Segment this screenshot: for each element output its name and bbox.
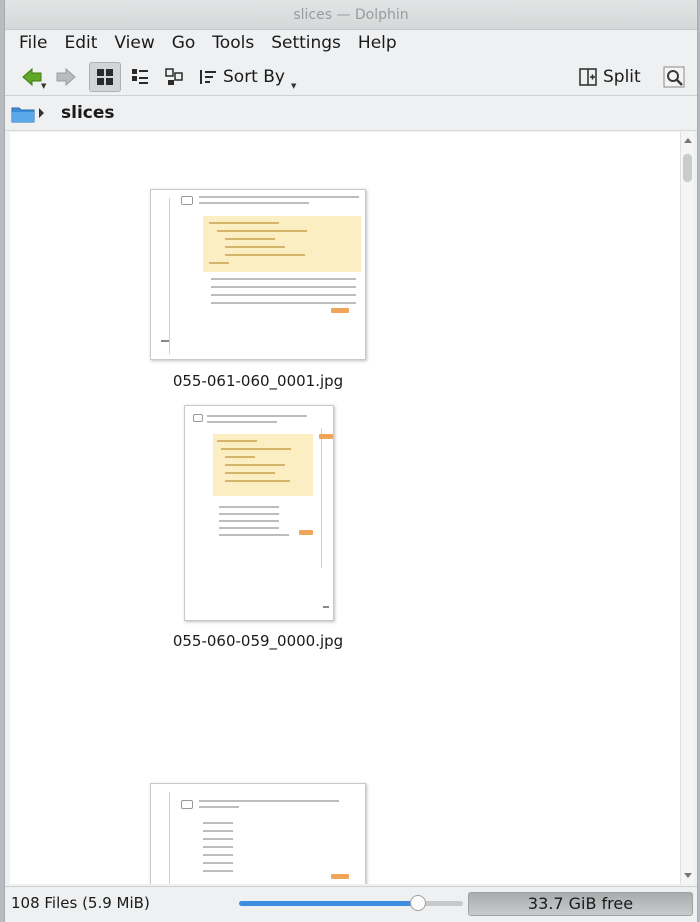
split-view-icon xyxy=(579,68,597,86)
window-title: slices — Dolphin xyxy=(293,7,409,23)
file-view[interactable]: 055-061-060_0001.jpg 055-060-059_0000.jp… xyxy=(10,132,680,884)
breadcrumb-arrow-icon[interactable] xyxy=(39,108,44,118)
folder-icon xyxy=(11,107,35,123)
status-bar: 108 Files (5.9 MiB) 33.7 GiB free xyxy=(5,886,697,920)
menu-go[interactable]: Go xyxy=(172,30,196,56)
free-space-indicator[interactable]: 33.7 GiB free xyxy=(468,892,693,916)
file-thumbnail xyxy=(150,189,366,360)
vertical-scrollbar[interactable] xyxy=(680,132,694,884)
free-space-label: 33.7 GiB free xyxy=(527,894,634,913)
scrollbar-thumb[interactable] xyxy=(683,154,692,182)
details-view-button[interactable] xyxy=(159,62,189,92)
arrow-left-icon xyxy=(22,67,42,87)
file-thumbnail xyxy=(184,405,334,621)
sort-by-label: Sort By xyxy=(223,67,285,87)
status-summary: 108 Files (5.9 MiB) xyxy=(11,894,150,912)
icons-view-button[interactable] xyxy=(89,62,121,92)
scroll-down-icon[interactable] xyxy=(684,873,692,878)
sort-by-button[interactable]: Sort By ▼ xyxy=(199,62,303,92)
dolphin-window: slices — Dolphin File Edit View Go Tools… xyxy=(4,0,698,922)
search-icon xyxy=(663,66,685,88)
menu-file[interactable]: File xyxy=(19,30,47,56)
split-button[interactable]: Split xyxy=(579,62,643,92)
forward-button[interactable] xyxy=(51,62,81,92)
location-bar[interactable]: slices xyxy=(5,97,697,131)
scroll-up-icon[interactable] xyxy=(684,138,692,143)
menu-edit[interactable]: Edit xyxy=(64,30,97,56)
breadcrumb-current[interactable]: slices xyxy=(61,103,115,123)
compact-view-icon xyxy=(132,69,148,84)
details-view-icon xyxy=(165,68,183,85)
compact-view-button[interactable] xyxy=(125,62,155,92)
search-button[interactable] xyxy=(657,62,691,92)
file-name: 055-060-059_0000.jpg xyxy=(172,632,344,650)
back-button[interactable]: ▼ xyxy=(15,62,49,92)
icons-view-icon xyxy=(97,69,113,85)
zoom-slider-track[interactable] xyxy=(239,901,419,906)
sort-icon xyxy=(200,70,216,84)
menu-view[interactable]: View xyxy=(114,30,154,56)
main-toolbar: ▼ Sort By ▼ Split xyxy=(5,58,697,96)
title-bar[interactable]: slices — Dolphin xyxy=(5,0,697,30)
menu-bar: File Edit View Go Tools Settings Help xyxy=(5,30,697,56)
menu-tools[interactable]: Tools xyxy=(212,30,254,56)
arrow-right-icon xyxy=(56,67,76,87)
zoom-slider-handle[interactable] xyxy=(410,895,426,911)
menu-help[interactable]: Help xyxy=(358,30,397,56)
split-label: Split xyxy=(603,67,641,87)
menu-settings[interactable]: Settings xyxy=(271,30,341,56)
file-thumbnail xyxy=(150,783,366,884)
file-name: 055-061-060_0001.jpg xyxy=(172,372,344,390)
